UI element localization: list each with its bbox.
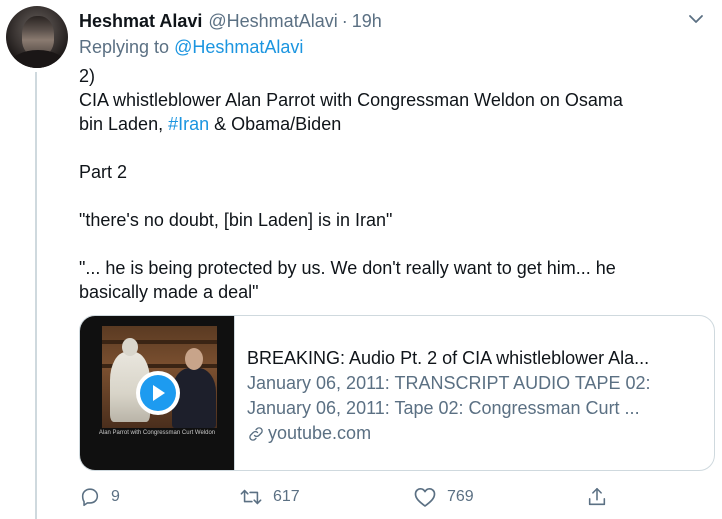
chevron-down-icon[interactable]	[684, 8, 708, 30]
tweet-text-line: CIA whistleblower Alan Parrot with Congr…	[79, 90, 623, 110]
like-count: 769	[447, 488, 474, 505]
link-icon	[247, 425, 265, 443]
tweet[interactable]: Heshmat Alavi @HeshmatAlavi · 19h Replyi…	[0, 0, 722, 519]
video-thumbnail[interactable]: Alan Parrot with Congressman Curt Weldon	[80, 316, 235, 470]
like-button[interactable]: 769	[413, 484, 474, 510]
replying-to: Replying to @HeshmatAlavi	[79, 37, 303, 58]
action-bar: 9 617 769	[79, 484, 619, 510]
tweet-text-line: 2)	[79, 66, 96, 86]
card-text: BREAKING: Audio Pt. 2 of CIA whistleblow…	[235, 316, 714, 470]
retweet-count: 617	[273, 488, 300, 505]
separator-dot: ·	[341, 10, 348, 31]
card-domain-text: youtube.com	[268, 423, 372, 443]
timestamp[interactable]: 19h	[352, 11, 382, 32]
reply-button[interactable]: 9	[79, 484, 120, 510]
link-card[interactable]: Alan Parrot with Congressman Curt Weldon…	[79, 315, 715, 471]
tweet-text-segment: bin Laden,	[79, 114, 164, 134]
tweet-text-line: "there's no doubt, [bin Laden] is in Ira…	[79, 210, 393, 230]
retweet-icon	[239, 486, 263, 508]
reply-icon	[79, 486, 101, 508]
play-button[interactable]	[136, 371, 180, 415]
tweet-body: 2) CIA whistleblower Alan Parrot with Co…	[79, 64, 699, 304]
share-icon	[586, 486, 608, 508]
user-handle[interactable]: @HeshmatAlavi	[208, 11, 337, 32]
card-title: BREAKING: Audio Pt. 2 of CIA whistleblow…	[247, 348, 650, 368]
thread-line	[35, 72, 37, 519]
avatar[interactable]	[6, 6, 68, 68]
heart-icon	[413, 486, 437, 508]
play-icon	[140, 375, 176, 411]
card-description-line: January 06, 2011: Tape 02: Congressman C…	[247, 398, 640, 418]
tweet-text-line: "... he is being protected by us. We don…	[79, 258, 616, 278]
display-name[interactable]: Heshmat Alavi	[79, 11, 202, 32]
hashtag-link[interactable]: #Iran	[168, 114, 209, 134]
replying-to-label: Replying to	[79, 37, 170, 57]
tweet-text-line: bin Laden, #Iran & Obama/Biden	[79, 112, 699, 136]
thumbnail-caption: Alan Parrot with Congressman Curt Weldon	[98, 430, 216, 436]
avatar-shoulders	[10, 50, 66, 68]
share-button[interactable]	[586, 484, 608, 510]
card-domain: youtube.com	[247, 421, 714, 446]
retweet-button[interactable]: 617	[239, 484, 300, 510]
tweet-text-segment: & Obama/Biden	[214, 114, 342, 134]
card-description-line: January 06, 2011: TRANSCRIPT AUDIO TAPE …	[247, 373, 651, 393]
tweet-header: Heshmat Alavi @HeshmatAlavi · 19h	[79, 10, 382, 32]
reply-count: 9	[111, 488, 120, 505]
tweet-text-line: basically made a deal"	[79, 282, 259, 302]
tweet-text-line: Part 2	[79, 162, 128, 182]
replying-to-handle[interactable]: @HeshmatAlavi	[174, 37, 303, 57]
